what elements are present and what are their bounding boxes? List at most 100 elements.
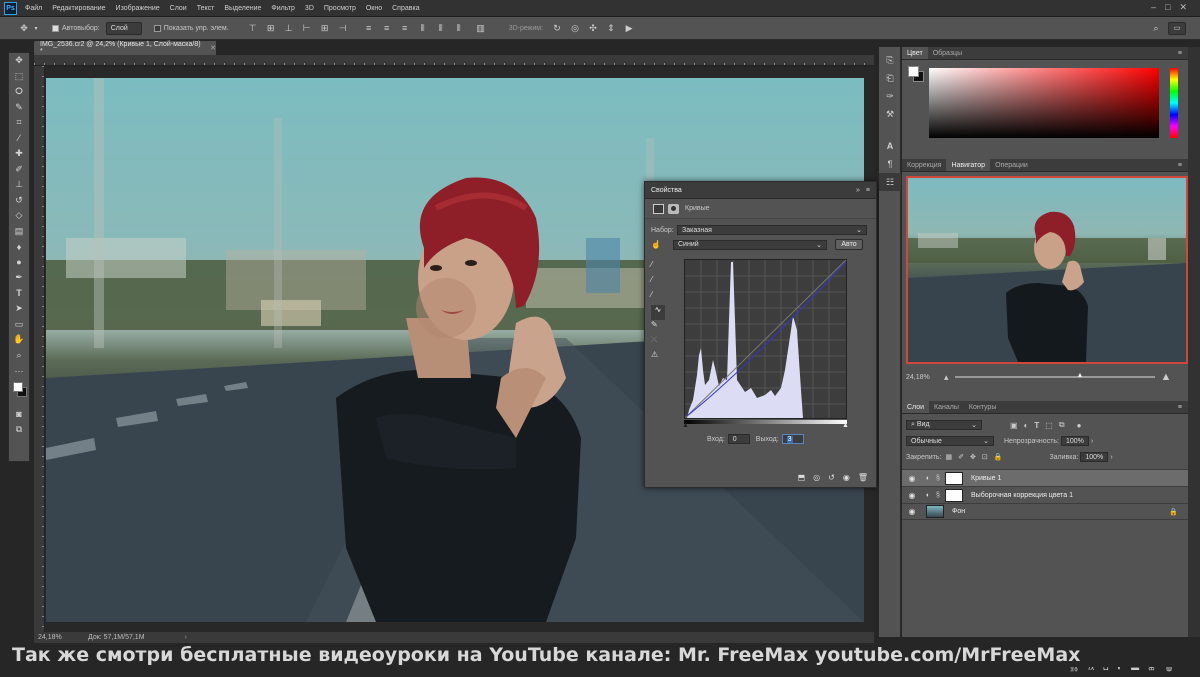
close-tab-icon[interactable]: ✕: [210, 44, 216, 52]
eye-icon[interactable]: ◉: [906, 507, 918, 516]
clipping-warning-icon[interactable]: ⚠: [651, 350, 665, 365]
layer-name[interactable]: Фон: [952, 508, 965, 515]
black-point-eyedropper-icon[interactable]: ⁄: [651, 260, 665, 275]
quick-mask-icon[interactable]: ◙: [9, 407, 29, 423]
filter-smartobject-icon[interactable]: ⧉: [1059, 420, 1065, 430]
tab-navigator[interactable]: Навигатор: [946, 159, 991, 171]
move-tool-icon[interactable]: ✥: [18, 22, 30, 34]
pencil-draw-icon[interactable]: ✎: [651, 320, 665, 335]
color-foreground-swatch[interactable]: [908, 66, 919, 77]
clip-to-layer-icon[interactable]: ⬒: [798, 473, 806, 482]
navigator-panel-menu-icon[interactable]: ≡: [1178, 162, 1182, 169]
autoselect-checkbox[interactable]: [52, 24, 59, 32]
targeted-adjustment-icon[interactable]: ☝: [651, 240, 673, 249]
gray-point-eyedropper-icon[interactable]: ⁄: [651, 275, 665, 290]
3d-roll-icon[interactable]: ◎: [569, 22, 581, 34]
quick-selection-tool-icon[interactable]: ✎: [9, 100, 29, 116]
align-top-icon[interactable]: ⊤: [247, 22, 259, 34]
healing-brush-tool-icon[interactable]: ✚: [9, 146, 29, 162]
gradient-tool-icon[interactable]: ▤: [9, 224, 29, 240]
view-previous-state-icon[interactable]: ◎: [813, 473, 820, 482]
autoselect-dropdown[interactable]: Слой: [105, 21, 142, 35]
align-vcenter-icon[interactable]: ⊞: [265, 22, 277, 34]
pen-tool-icon[interactable]: ✒: [9, 270, 29, 286]
blur-tool-icon[interactable]: ♦: [9, 239, 29, 255]
lock-icon[interactable]: 🔒: [1169, 508, 1178, 516]
layer-row[interactable]: ◉ ◐ § Выборочная коррекция цвета 1: [902, 486, 1188, 503]
filter-toggle-icon[interactable]: ●: [1077, 421, 1082, 430]
fill-chevron-icon[interactable]: ›: [1110, 454, 1112, 461]
chain-link-icon[interactable]: §: [936, 475, 941, 482]
zoom-tool-icon[interactable]: ⌕: [9, 348, 29, 364]
lasso-tool-icon[interactable]: ⵔ: [9, 84, 29, 100]
tool-preset-arrow-icon[interactable]: ▾: [30, 22, 42, 34]
distribute-top-icon[interactable]: ≡: [363, 22, 375, 34]
align-hcenter-icon[interactable]: ⊞: [319, 22, 331, 34]
zoom-out-icon[interactable]: ▴: [944, 372, 949, 383]
lock-pixels-icon[interactable]: ✐: [958, 453, 964, 461]
align-bottom-icon[interactable]: ⊥: [283, 22, 295, 34]
menu-filter[interactable]: Фильтр: [271, 5, 295, 12]
curves-graph[interactable]: [684, 259, 847, 419]
history-brush-tool-icon[interactable]: ↺: [9, 193, 29, 209]
menu-view[interactable]: Просмотр: [324, 5, 356, 12]
actions-icon[interactable]: ⎗: [879, 69, 901, 87]
black-point-slider[interactable]: ▲: [682, 422, 689, 429]
toggle-visibility-icon[interactable]: ◉: [843, 473, 850, 482]
dodge-tool-icon[interactable]: ●: [9, 255, 29, 271]
preset-dropdown[interactable]: Заказная ⌄: [677, 225, 867, 235]
type-tool-icon[interactable]: T: [9, 286, 29, 302]
align-left-icon[interactable]: ⊢: [301, 22, 313, 34]
filter-adjustment-icon[interactable]: ◐: [1024, 421, 1029, 430]
menu-edit[interactable]: Редактирование: [52, 5, 105, 12]
3d-scale-icon[interactable]: ▶: [623, 22, 635, 34]
navigator-zoom-slider[interactable]: ▲: [954, 372, 1155, 379]
hue-slider[interactable]: [1170, 68, 1178, 138]
tab-channels[interactable]: Каналы: [929, 401, 964, 413]
menu-3d[interactable]: 3D: [305, 5, 314, 12]
filter-shape-icon[interactable]: ⬚: [1045, 421, 1053, 430]
more-tools-icon[interactable]: ···: [9, 363, 29, 379]
white-point-eyedropper-icon[interactable]: ⁄: [651, 290, 665, 305]
color-field[interactable]: [929, 68, 1159, 138]
fill-field[interactable]: 100%: [1080, 452, 1109, 462]
menu-select[interactable]: Выделение: [224, 5, 261, 12]
eyedropper-tool-icon[interactable]: ⁄: [9, 131, 29, 147]
marquee-tool-icon[interactable]: ⬚: [9, 69, 29, 85]
filter-type-icon[interactable]: T: [1034, 421, 1039, 430]
panel-menu-icon[interactable]: ≡: [866, 187, 870, 194]
delete-adjustment-icon[interactable]: 🗑: [858, 473, 868, 482]
search-icon[interactable]: ⌕: [1150, 22, 1162, 34]
move-tool-icon[interactable]: ✥: [9, 53, 29, 69]
hand-tool-icon[interactable]: ✋: [9, 332, 29, 348]
blend-mode-dropdown[interactable]: Обычные ⌄: [906, 436, 994, 446]
layers-panel-menu-icon[interactable]: ≡: [1178, 404, 1182, 411]
brush-presets-icon[interactable]: ✑: [879, 87, 901, 105]
eye-icon[interactable]: ◉: [906, 491, 918, 500]
channel-dropdown[interactable]: Синий ⌄: [673, 239, 827, 250]
menu-type[interactable]: Текст: [197, 5, 215, 12]
screen-mode-icon[interactable]: ⧉: [9, 422, 29, 438]
auto-align-icon[interactable]: ▥: [475, 22, 487, 34]
navigator-zoom-value[interactable]: 24,18%: [906, 374, 936, 381]
menu-image[interactable]: Изображение: [116, 5, 160, 12]
properties-icon[interactable]: ☷: [879, 173, 901, 191]
lock-all-icon[interactable]: 🔒: [994, 453, 1003, 461]
filter-pixel-icon[interactable]: ▣: [1010, 421, 1018, 430]
eraser-tool-icon[interactable]: ◇: [9, 208, 29, 224]
character-icon[interactable]: A: [879, 137, 901, 155]
paragraph-icon[interactable]: ¶: [879, 155, 901, 173]
close-window-icon[interactable]: ✕: [1179, 2, 1196, 12]
tab-color[interactable]: Цвет: [902, 47, 928, 59]
tab-layers[interactable]: Слои: [902, 401, 930, 413]
menu-help[interactable]: Справка: [392, 5, 419, 12]
distribute-bottom-icon[interactable]: ≡: [399, 22, 411, 34]
3d-rotate-icon[interactable]: ↻: [551, 22, 563, 34]
zoom-slider-thumb[interactable]: ▲: [1077, 372, 1084, 379]
status-zoom[interactable]: 24,18%: [38, 634, 78, 641]
workspace-switcher[interactable]: ▭: [1168, 21, 1186, 35]
layer-mask-thumbnail[interactable]: [945, 471, 963, 485]
clone-stamp-tool-icon[interactable]: ⊥: [9, 177, 29, 193]
show-transform-controls-checkbox[interactable]: [153, 24, 161, 32]
maximize-icon[interactable]: □: [1165, 2, 1179, 12]
